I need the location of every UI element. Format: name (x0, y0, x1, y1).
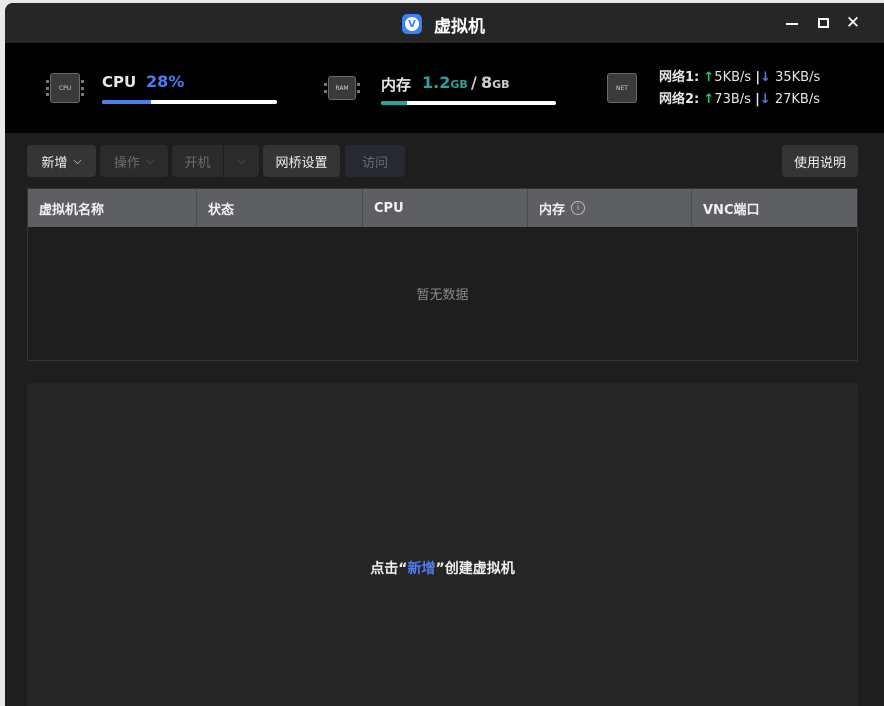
power-on-button-label: 开机 (184, 155, 211, 171)
cpu-chip-text: CPU (58, 84, 72, 92)
column-header-cpu[interactable]: CPU (363, 189, 528, 227)
info-icon[interactable]: i (571, 201, 586, 215)
visit-button[interactable]: 访问 (345, 145, 405, 177)
network-2-stats: 网络2: ↑73B/s |↓ 27KB/s (659, 88, 820, 107)
column-header-memory-label: 内存 (539, 202, 566, 218)
table-header: 虚拟机名称 状态 CPU 内存 i VNC端口 (28, 189, 857, 227)
network-1-download: 35KB/s (775, 70, 821, 85)
network-2-upload: 73B/s (714, 92, 751, 107)
new-vm-button-label: 新增 (41, 155, 68, 171)
network-2-download: 27KB/s (774, 92, 820, 107)
empty-state-text: 暂无数据 (416, 288, 469, 303)
create-vm-hint: 点击“新增”创建虚拟机 (27, 558, 858, 578)
chevron-down-icon: ⌵ (145, 154, 155, 167)
window-title-group: V 虚拟机 (402, 12, 485, 37)
cpu-usage-bar (102, 100, 277, 104)
memory-label: 内存 (381, 76, 412, 94)
column-header-vnc-port[interactable]: VNC端口 (692, 189, 857, 227)
power-on-dropdown-button[interactable]: ⌵ (224, 145, 259, 177)
hint-close-quote: ” (435, 561, 445, 577)
network-2-label: 网络2: (659, 92, 700, 107)
vm-window: V 虚拟机 ✕ CPU CPU 28% RAM 内存 1.2GB / 8GB N… (5, 3, 884, 706)
column-header-name[interactable]: 虚拟机名称 (28, 189, 197, 227)
network-1-label: 网络1: (659, 70, 700, 85)
new-vm-button[interactable]: 新增 ⌵ (27, 145, 96, 177)
minimize-icon (786, 23, 798, 25)
maximize-button[interactable] (813, 13, 833, 33)
chevron-down-icon: ⌵ (237, 154, 246, 167)
memory-used-value: 1.2GB (422, 73, 468, 92)
operate-button-label: 操作 (113, 155, 140, 171)
title-bar[interactable]: V 虚拟机 ✕ (5, 3, 884, 43)
memory-used-number: 1.2 (422, 73, 451, 92)
memory-total-unit: GB (492, 78, 510, 91)
window-title: 虚拟机 (434, 16, 485, 37)
hint-open-quote: “ (398, 561, 408, 577)
vm-table: 虚拟机名称 状态 CPU 内存 i VNC端口 暂无数据 (27, 188, 858, 361)
column-header-status[interactable]: 状态 (197, 189, 363, 227)
hint-new-link[interactable]: 新增 (408, 561, 436, 577)
bridge-settings-label: 网桥设置 (275, 155, 328, 171)
cpu-label: CPU (102, 73, 137, 91)
memory-separator: / (471, 73, 477, 92)
cpu-usage-fill (102, 100, 151, 104)
bridge-settings-button[interactable]: 网桥设置 (263, 145, 340, 177)
memory-usage-fill (381, 101, 408, 105)
ram-chip-text: RAM (335, 84, 349, 92)
upload-arrow-icon: ↑ (703, 92, 715, 107)
app-logo-letter: V (405, 17, 419, 31)
hint-panel: 点击“新增”创建虚拟机 (27, 383, 858, 706)
chevron-down-icon: ⌵ (73, 154, 82, 167)
cpu-usage-value: 28% (146, 72, 185, 91)
download-arrow-icon: ↓ (759, 92, 771, 107)
hint-suffix: 创建虚拟机 (444, 561, 515, 577)
cpu-chip-icon: CPU (46, 73, 84, 103)
help-button-label: 使用说明 (793, 155, 846, 171)
resource-monitor: CPU CPU 28% RAM 内存 1.2GB / 8GB NET 网络1: … (5, 43, 884, 133)
close-icon: ✕ (845, 12, 861, 33)
memory-usage-bar (381, 101, 556, 105)
close-button[interactable]: ✕ (843, 13, 863, 33)
memory-total-value: 8GB (481, 73, 510, 92)
network-icon: NET (607, 73, 637, 103)
upload-arrow-icon: ↑ (703, 70, 715, 85)
column-header-memory[interactable]: 内存 i (528, 189, 692, 227)
download-arrow-icon: ↓ (760, 70, 771, 85)
memory-used-unit: GB (450, 78, 468, 91)
help-button[interactable]: 使用说明 (782, 145, 858, 177)
maximize-icon (817, 18, 829, 28)
power-on-button[interactable]: 开机 (172, 145, 223, 177)
hint-prefix: 点击 (370, 561, 399, 577)
network-chip-text: NET (616, 84, 628, 92)
visit-button-label: 访问 (361, 155, 388, 171)
operate-button[interactable]: 操作 ⌵ (100, 145, 168, 177)
ram-chip-icon: RAM (324, 76, 360, 100)
network-1-upload: 5KB/s (714, 70, 752, 85)
app-logo-icon: V (402, 14, 422, 34)
network-1-stats: 网络1: ↑5KB/s |↓ 35KB/s (659, 66, 820, 85)
minimize-button[interactable] (782, 13, 802, 33)
memory-total-number: 8 (481, 73, 493, 92)
